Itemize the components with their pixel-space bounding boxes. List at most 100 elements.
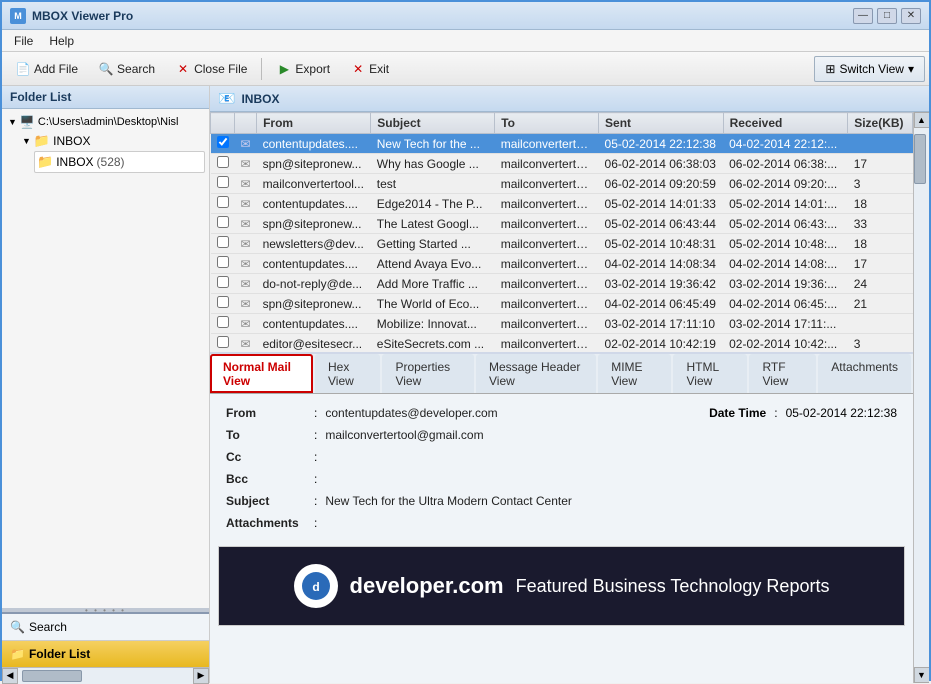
envelope-icon: ✉ [241, 177, 251, 191]
detail-row-cc: Cc : [226, 446, 897, 468]
tree-root[interactable]: ▼ 🖥️ C:\Users\admin\Desktop\Nisl [6, 113, 205, 131]
tab-html-view[interactable]: HTML View [673, 354, 747, 393]
row-size [848, 314, 913, 334]
scroll-track[interactable] [18, 668, 193, 684]
row-received: 05-02-2014 14:01:... [723, 194, 848, 214]
subject-label: Subject [226, 494, 306, 508]
row-checkbox[interactable] [211, 234, 235, 254]
tree-inbox-parent[interactable]: ▼ 📁 INBOX [20, 131, 205, 151]
row-subject: Attend Avaya Evo... [371, 254, 495, 274]
menu-file[interactable]: File [6, 32, 41, 50]
table-row[interactable]: ✉ spn@sitepronew... The Latest Googl... … [211, 214, 913, 234]
expand-icon-2: ▼ [22, 136, 31, 146]
tab-hex-view[interactable]: Hex View [315, 354, 380, 393]
from-value: contentupdates@developer.com [325, 406, 497, 420]
row-from: contentupdates.... [257, 314, 371, 334]
export-button[interactable]: ▶ Export [267, 56, 339, 82]
tab-message-header-view[interactable]: Message Header View [476, 354, 596, 393]
row-received: 05-02-2014 06:43:... [723, 214, 848, 234]
row-size: 3 [848, 174, 913, 194]
email-table: From Subject To Sent Received Size(KB) ✉… [210, 112, 913, 352]
envelope-icon: ✉ [241, 317, 251, 331]
col-envelope [235, 113, 257, 134]
table-row[interactable]: ✉ contentupdates.... Edge2014 - The P...… [211, 194, 913, 214]
date-time-area: Date Time : 05-02-2014 22:12:38 [709, 406, 897, 420]
table-row[interactable]: ✉ editor@esitesecr... eSiteSecrets.com .… [211, 334, 913, 353]
search-toolbar-button[interactable]: 🔍 Search [89, 56, 164, 82]
row-from: newsletters@dev... [257, 234, 371, 254]
row-checkbox[interactable] [211, 314, 235, 334]
exit-button[interactable]: ✕ Exit [341, 56, 398, 82]
row-subject: Edge2014 - The P... [371, 194, 495, 214]
email-detail: From : contentupdates@developer.com Date… [210, 394, 913, 683]
row-subject: New Tech for the ... [371, 134, 495, 154]
email-table-body: ✉ contentupdates.... New Tech for the ..… [211, 134, 913, 353]
tab-attachments[interactable]: Attachments [818, 354, 911, 393]
row-from: contentupdates.... [257, 254, 371, 274]
tree-inbox-item[interactable]: 📁 INBOX (528) [34, 151, 205, 173]
table-row[interactable]: ✉ do-not-reply@de... Add More Traffic ..… [211, 274, 913, 294]
envelope-icon: ✉ [241, 217, 251, 231]
minimize-button[interactable]: — [853, 8, 873, 24]
search-bottom-label: Search [29, 620, 67, 634]
detail-row-attachments: Attachments : [226, 512, 897, 534]
main-area: Folder List ▼ 🖥️ C:\Users\admin\Desktop\… [2, 86, 929, 683]
close-file-button[interactable]: ✕ Close File [166, 56, 256, 82]
row-envelope: ✉ [235, 154, 257, 174]
tab-mime-view[interactable]: MIME View [598, 354, 671, 393]
tab-rtf-view[interactable]: RTF View [749, 354, 816, 393]
menu-help[interactable]: Help [41, 32, 82, 50]
col-checkbox [211, 113, 235, 134]
subject-value: New Tech for the Ultra Modern Contact Ce… [325, 494, 572, 508]
to-label: To [226, 428, 306, 442]
row-checkbox[interactable] [211, 294, 235, 314]
row-to: mailconvertertool... [495, 134, 599, 154]
scroll-left-button[interactable]: ◀ [2, 668, 18, 684]
add-file-button[interactable]: 📄 Add File [6, 56, 87, 82]
table-row[interactable]: ✉ spn@sitepronew... Why has Google ... m… [211, 154, 913, 174]
row-sent: 05-02-2014 06:43:44 [599, 214, 724, 234]
table-row[interactable]: ✉ contentupdates.... New Tech for the ..… [211, 134, 913, 154]
scroll-track-vertical[interactable] [914, 128, 930, 667]
row-checkbox[interactable] [211, 194, 235, 214]
folder-icon: 📁 [34, 133, 50, 149]
row-checkbox[interactable] [211, 134, 235, 154]
row-received: 03-02-2014 19:36:... [723, 274, 848, 294]
row-to: mailconvertertool... [495, 174, 599, 194]
search-bottom-button[interactable]: 🔍 Search [2, 614, 209, 641]
table-row[interactable]: ✉ contentupdates.... Mobilize: Innovat..… [211, 314, 913, 334]
email-table-container: From Subject To Sent Received Size(KB) ✉… [210, 112, 913, 352]
to-colon: : [314, 428, 317, 442]
table-row[interactable]: ✉ mailconvertertool... test mailconverte… [211, 174, 913, 194]
row-to: mailconvertertool... [495, 254, 599, 274]
vertical-scrollbar[interactable]: ▲ ▼ [913, 112, 929, 683]
bcc-label: Bcc [226, 472, 306, 486]
close-button[interactable]: ✕ [901, 8, 921, 24]
row-checkbox[interactable] [211, 154, 235, 174]
scroll-right-button[interactable]: ▶ [193, 668, 209, 684]
tab-properties-view[interactable]: Properties View [382, 354, 474, 393]
scroll-up-button[interactable]: ▲ [914, 112, 930, 128]
table-row[interactable]: ✉ spn@sitepronew... The World of Eco... … [211, 294, 913, 314]
table-row[interactable]: ✉ contentupdates.... Attend Avaya Evo...… [211, 254, 913, 274]
row-checkbox[interactable] [211, 214, 235, 234]
row-checkbox[interactable] [211, 254, 235, 274]
maximize-button[interactable]: □ [877, 8, 897, 24]
scroll-thumb-vertical[interactable] [914, 134, 926, 184]
detail-row-subject: Subject : New Tech for the Ultra Modern … [226, 490, 897, 512]
row-checkbox[interactable] [211, 274, 235, 294]
row-to: mailconvertertool... [495, 334, 599, 353]
tab-normal-mail-view[interactable]: Normal Mail View [210, 354, 313, 393]
envelope-icon: ✉ [241, 337, 251, 351]
envelope-icon: ✉ [241, 157, 251, 171]
table-row[interactable]: ✉ newsletters@dev... Getting Started ...… [211, 234, 913, 254]
exit-icon: ✕ [350, 61, 366, 77]
row-size: 17 [848, 154, 913, 174]
folder-list-bottom-button[interactable]: 📁 Folder List [2, 641, 209, 667]
switch-view-button[interactable]: ⊞ Switch View ▾ [814, 56, 925, 82]
row-to: mailconvertertool... [495, 314, 599, 334]
row-checkbox[interactable] [211, 174, 235, 194]
scroll-thumb[interactable] [22, 670, 82, 682]
envelope-icon: ✉ [241, 237, 251, 251]
row-checkbox[interactable] [211, 334, 235, 353]
